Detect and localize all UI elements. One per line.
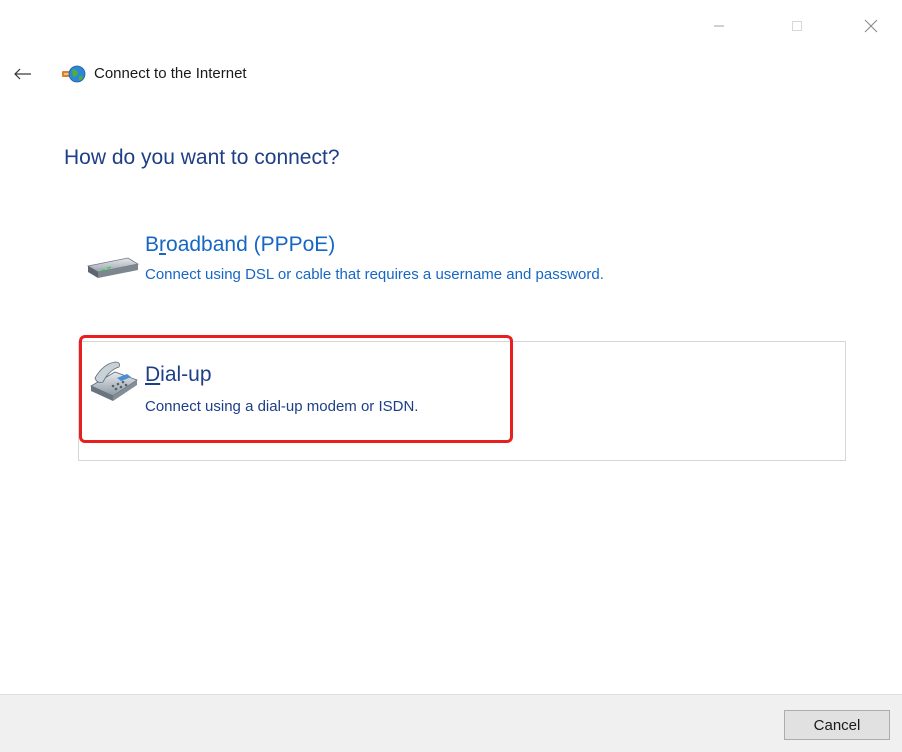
maximize-icon xyxy=(792,21,802,31)
cancel-button[interactable]: Cancel xyxy=(784,710,890,740)
minimize-button[interactable] xyxy=(696,10,742,42)
back-arrow-icon xyxy=(14,68,31,80)
broadband-title-rest: oadband (PPPoE) xyxy=(166,233,336,256)
back-button[interactable] xyxy=(8,60,38,88)
dialup-title-rest: ial-up xyxy=(160,363,212,386)
broadband-modem-icon xyxy=(86,257,140,278)
broadband-option-title: Broadband (PPPoE) xyxy=(145,231,335,259)
maximize-button[interactable] xyxy=(774,10,820,42)
dialup-option-description: Connect using a dial-up modem or ISDN. xyxy=(145,398,419,415)
broadband-title-b: B xyxy=(145,233,160,256)
dialup-phone-icon xyxy=(90,361,138,401)
window-title: Connect to the Internet xyxy=(94,65,247,82)
dialup-option-title: Dial-up xyxy=(145,361,212,389)
broadband-option[interactable]: Broadband (PPPoE) Connect using DSL or c… xyxy=(78,222,846,304)
dialup-option[interactable]: Dial-up Connect using a dial-up modem or… xyxy=(78,341,846,461)
dialup-access-key: D xyxy=(145,363,161,386)
minimize-icon xyxy=(714,25,724,27)
network-globe-icon xyxy=(62,65,86,83)
close-icon xyxy=(864,19,878,33)
connect-internet-window: Connect to the Internet How do you want … xyxy=(0,0,902,752)
broadband-option-description: Connect using DSL or cable that requires… xyxy=(145,266,604,283)
dialog-footer: Cancel xyxy=(0,694,902,752)
close-button[interactable] xyxy=(848,10,894,42)
broadband-access-key: r xyxy=(159,233,167,256)
page-heading: How do you want to connect? xyxy=(64,146,340,169)
